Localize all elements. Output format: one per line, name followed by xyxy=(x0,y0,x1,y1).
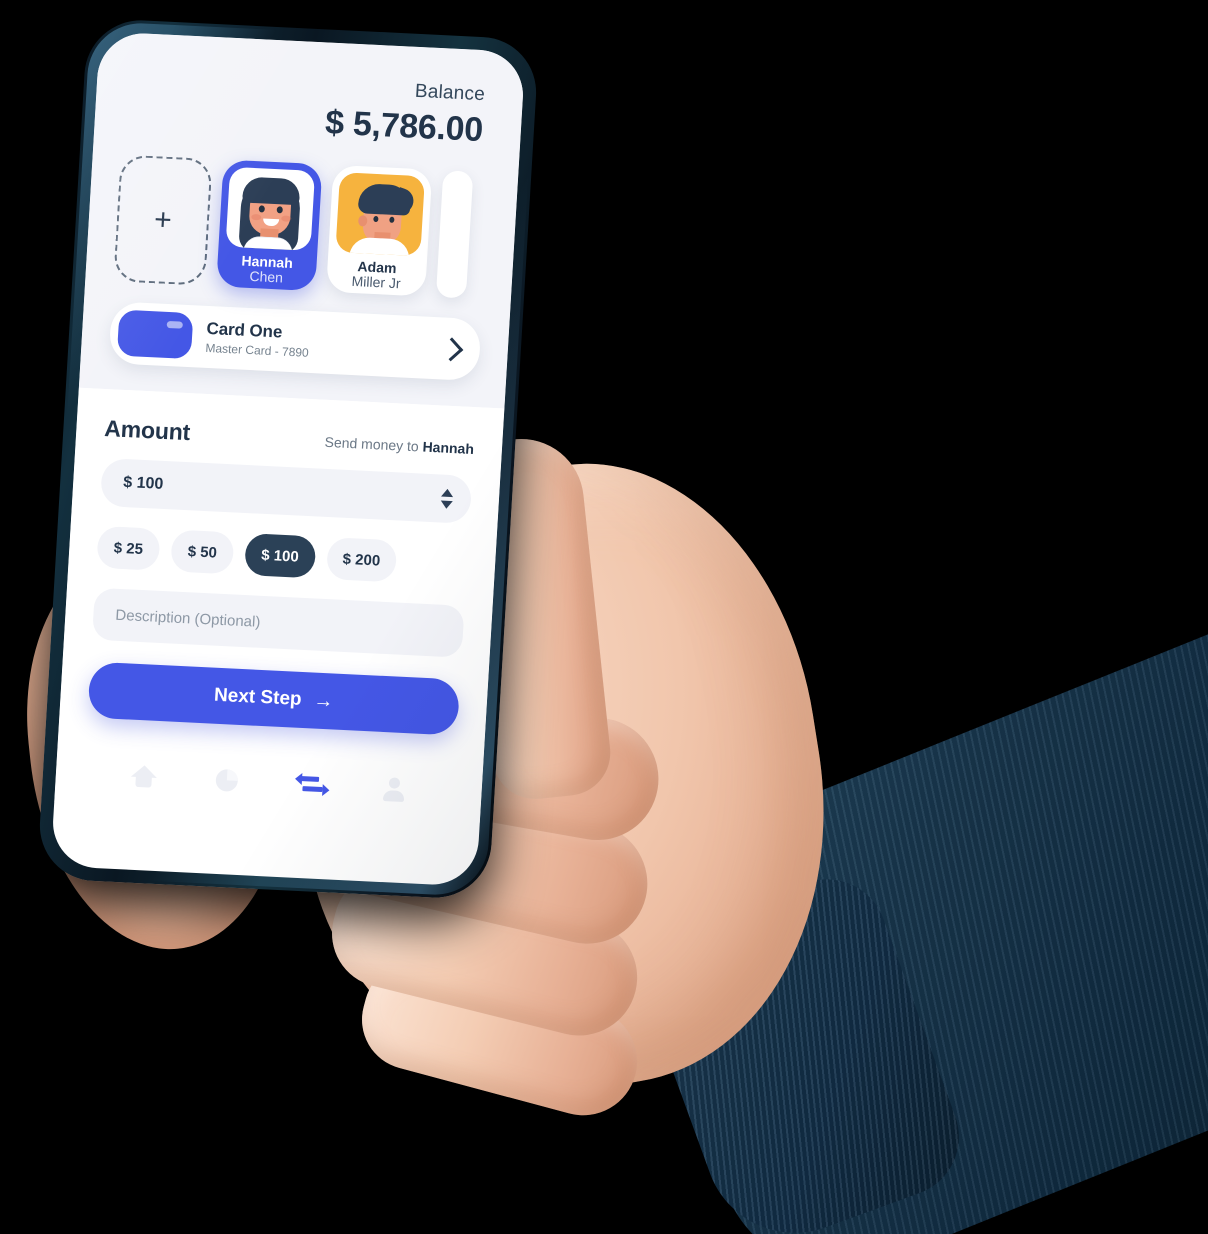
amount-title: Amount xyxy=(103,415,191,446)
pie-chart-icon-cut xyxy=(227,769,239,781)
screenshot-stage: Balance $ 5,786.00 + Hannah Chen Adam Mi… xyxy=(0,0,1208,1234)
tab-transfer[interactable] xyxy=(297,771,325,798)
transfer-arrows-icon-bottom xyxy=(302,786,323,793)
amount-input[interactable]: $ 100 xyxy=(99,457,473,524)
man-avatar-icon xyxy=(335,172,426,257)
contact-name-hannah: Hannah Chen xyxy=(240,253,293,287)
woman-avatar-icon xyxy=(225,166,316,251)
credit-card-icon xyxy=(116,309,194,360)
balance-block: Balance $ 5,786.00 xyxy=(122,67,495,151)
tab-statistics[interactable] xyxy=(213,767,241,794)
amount-panel: Amount Send money to Hannah $ 100 $ 25 $… xyxy=(54,387,505,823)
amount-stepper[interactable] xyxy=(440,488,454,510)
contacts-row: + Hannah Chen Adam Miller Jr xyxy=(113,154,490,299)
arrow-right-icon: → xyxy=(312,689,335,713)
phone-screen: Balance $ 5,786.00 + Hannah Chen Adam Mi… xyxy=(50,31,526,887)
payment-card-texts: Card One Master Card - 7890 xyxy=(191,318,444,366)
quick-amount-100[interactable]: $ 100 xyxy=(244,533,317,579)
add-contact-button[interactable]: + xyxy=(113,154,213,286)
quick-amount-25[interactable]: $ 25 xyxy=(96,525,161,571)
contact-card-hannah[interactable]: Hannah Chen xyxy=(216,159,323,292)
stepper-up-icon[interactable] xyxy=(441,488,454,498)
quick-amount-200[interactable]: $ 200 xyxy=(325,537,398,583)
contact-card-next-partial[interactable] xyxy=(435,170,474,299)
send-to-name: Hannah xyxy=(422,438,475,458)
next-step-button[interactable]: Next Step → xyxy=(87,661,461,736)
next-step-label: Next Step xyxy=(213,684,303,710)
contact-name-adam: Adam Miller Jr xyxy=(351,258,402,292)
contact-card-adam[interactable]: Adam Miller Jr xyxy=(325,164,433,297)
send-to-prefix: Send money to xyxy=(324,433,424,455)
transfer-arrows-icon xyxy=(298,775,319,782)
smartphone: Balance $ 5,786.00 + Hannah Chen Adam Mi… xyxy=(36,17,540,901)
bottom-tabbar xyxy=(82,743,455,821)
home-icon-base xyxy=(135,775,152,788)
plus-icon: + xyxy=(153,202,173,237)
user-icon-body xyxy=(383,790,405,803)
top-panel: Balance $ 5,786.00 + Hannah Chen Adam Mi… xyxy=(78,31,526,409)
tab-home[interactable] xyxy=(130,763,158,790)
payment-card-selector[interactable]: Card One Master Card - 7890 xyxy=(108,301,482,382)
tab-profile[interactable] xyxy=(380,775,408,803)
description-input[interactable]: Description (Optional) xyxy=(91,587,465,658)
amount-input-value: $ 100 xyxy=(122,473,164,493)
contact-last-name: Chen xyxy=(249,268,284,286)
quick-amount-row: $ 25 $ 50 $ 100 $ 200 xyxy=(96,525,468,586)
stepper-down-icon[interactable] xyxy=(440,500,453,510)
contact-last-name: Miller Jr xyxy=(351,273,402,292)
user-icon xyxy=(388,777,401,789)
send-money-to-label: Send money to Hannah xyxy=(324,434,474,457)
amount-header: Amount Send money to Hannah xyxy=(104,415,475,460)
quick-amount-50[interactable]: $ 50 xyxy=(170,529,235,575)
